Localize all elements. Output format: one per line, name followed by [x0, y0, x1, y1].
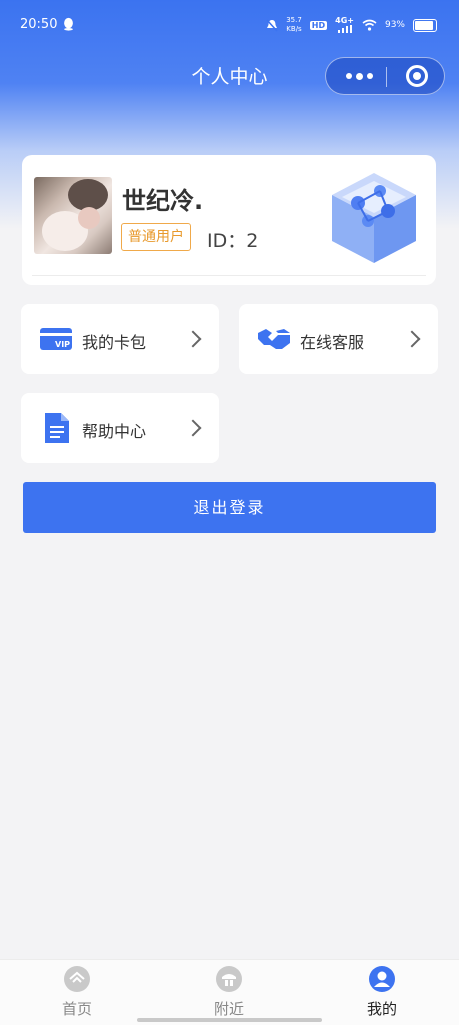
bottom-tab-bar: 首页 附近 我的: [0, 959, 459, 1025]
tab-mine[interactable]: 我的: [332, 966, 432, 1019]
mini-program-capsule: [325, 57, 445, 95]
menu-item-online-service[interactable]: 在线客服: [239, 304, 438, 374]
signal-icon: [337, 25, 352, 33]
tab-label: 附近: [213, 1000, 244, 1018]
close-mini-program-button[interactable]: [406, 65, 428, 87]
chevron-right-icon: [403, 330, 421, 348]
data-cube-illustration-icon: [332, 173, 416, 263]
avatar-photo-detail: [78, 207, 100, 229]
net-speed: 35.7: [286, 16, 302, 24]
menu-label: 在线客服: [300, 333, 365, 352]
qq-notification-icon: [64, 17, 73, 31]
handshake-icon: [258, 329, 290, 349]
dot-icon: [355, 72, 363, 80]
svg-text:VIP: VIP: [55, 340, 70, 349]
more-options-button[interactable]: [336, 58, 382, 94]
home-icon: [64, 966, 90, 992]
tab-label: 首页: [61, 1000, 92, 1018]
battery-icon: [413, 18, 437, 32]
home-indicator: [137, 1018, 322, 1022]
dot-icon: [366, 73, 373, 79]
user-icon: [369, 966, 395, 992]
dot-icon: [345, 73, 352, 79]
status-bar: 20:50 35.7 KB/s HD 4G+ 93%: [0, 0, 459, 50]
menu-label: 我的卡包: [82, 333, 147, 352]
capsule-divider: [386, 67, 387, 87]
hd-badge: HD: [309, 20, 328, 30]
menu-item-card-wallet[interactable]: VIP 我的卡包: [21, 304, 219, 374]
menu-item-help-center[interactable]: 帮助中心: [21, 393, 219, 463]
menu-label: 帮助中心: [82, 422, 147, 441]
network-type: 4G+: [335, 16, 354, 25]
document-icon: [45, 413, 69, 443]
avatar[interactable]: [34, 177, 112, 254]
tab-nearby[interactable]: 附近: [179, 966, 279, 1019]
user-id: ID：2: [207, 230, 259, 252]
mute-bell-icon: [266, 18, 278, 32]
battery-level: 93%: [384, 20, 405, 30]
chevron-right-icon: [184, 419, 202, 437]
user-level-badge: 普通用户: [121, 223, 191, 251]
nearby-icon: [216, 966, 242, 992]
tab-label: 我的: [366, 1000, 397, 1018]
profile-divider: [32, 275, 426, 276]
tab-home[interactable]: 首页: [27, 966, 127, 1019]
profile-card: 世纪冷. 普通用户 ID：2: [22, 155, 436, 285]
wifi-icon: [362, 19, 377, 31]
chevron-right-icon: [184, 330, 202, 348]
username: 世纪冷.: [122, 187, 204, 215]
vip-card-icon: VIP: [40, 328, 72, 350]
status-time: 20:50: [20, 17, 58, 32]
net-speed-unit: KB/s: [286, 25, 302, 33]
logout-button[interactable]: 退出登录: [23, 482, 436, 533]
